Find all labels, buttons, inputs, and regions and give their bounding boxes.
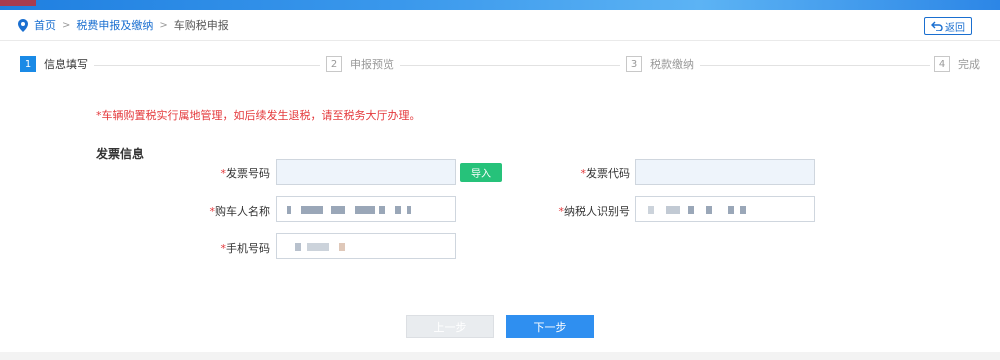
breadcrumb-separator-icon: >	[159, 19, 168, 31]
step-connector	[94, 65, 320, 66]
step-4: 4 完成	[930, 56, 980, 72]
breadcrumb: 首页 > 税费申报及缴纳 > 车购税申报	[18, 16, 229, 34]
footer-bar	[0, 352, 1000, 360]
step-number: 4	[934, 56, 950, 72]
redacted-text	[740, 206, 746, 214]
header-divider	[0, 40, 1000, 41]
taxpayer-id-label: *纳税人识别号	[550, 203, 631, 219]
redacted-text	[295, 243, 301, 251]
notice-text: *车辆购置税实行属地管理，如后续发生退税，请至税务大厅办理。	[96, 109, 421, 122]
label-text: 购车人名称	[215, 205, 270, 218]
invoice-code-label: *发票代码	[550, 165, 631, 181]
back-button-label: 返回	[945, 22, 965, 34]
breadcrumb-home[interactable]: 首页	[34, 17, 56, 33]
redacted-text	[728, 206, 734, 214]
taxpayer-id-input[interactable]	[635, 196, 815, 222]
redacted-text	[307, 243, 329, 251]
step-1: 1 信息填写	[20, 56, 94, 72]
invoice-code-input[interactable]	[635, 159, 815, 185]
redacted-text	[287, 206, 291, 214]
redacted-text	[395, 206, 401, 214]
step-label: 申报预览	[350, 58, 394, 71]
location-pin-icon	[18, 18, 28, 32]
breadcrumb-separator-icon: >	[62, 19, 71, 31]
label-text: 发票号码	[226, 167, 270, 180]
step-label: 完成	[958, 58, 980, 71]
step-number: 1	[20, 56, 36, 72]
redacted-text	[301, 206, 323, 214]
phone-input[interactable]	[276, 233, 456, 259]
breadcrumb-current: 车购税申报	[173, 19, 229, 32]
next-step-button[interactable]: 下一步	[506, 315, 594, 338]
invoice-number-input[interactable]	[276, 159, 456, 185]
banner-logo	[0, 0, 36, 6]
buyer-name-label: *购车人名称	[190, 203, 271, 219]
redacted-text	[666, 206, 680, 214]
step-label: 税款缴纳	[650, 58, 694, 71]
phone-label: *手机号码	[190, 240, 271, 256]
redacted-text	[407, 206, 411, 214]
label-text: 手机号码	[226, 242, 270, 255]
progress-steps: 1 信息填写 2 申报预览 3 税款缴纳 4 完成	[20, 56, 980, 74]
label-text: 纳税人识别号	[564, 205, 630, 218]
return-icon	[931, 21, 943, 31]
redacted-text	[706, 206, 712, 214]
step-2: 2 申报预览	[322, 56, 400, 72]
invoice-number-label: *发票号码	[190, 165, 271, 181]
redacted-text	[648, 206, 654, 214]
redacted-text	[331, 206, 345, 214]
step-label: 信息填写	[44, 58, 88, 71]
step-number: 3	[626, 56, 642, 72]
top-banner	[0, 0, 1000, 10]
back-button[interactable]: 返回	[924, 17, 972, 35]
breadcrumb-section[interactable]: 税费申报及缴纳	[76, 17, 153, 33]
redacted-text	[688, 206, 694, 214]
step-connector	[388, 65, 620, 66]
label-text: 发票代码	[586, 167, 630, 180]
step-connector	[688, 65, 930, 66]
redacted-text	[355, 206, 375, 214]
step-3: 3 税款缴纳	[622, 56, 700, 72]
section-title: 发票信息	[96, 147, 145, 161]
import-button[interactable]: 导入	[460, 163, 502, 182]
buyer-name-input[interactable]	[276, 196, 456, 222]
redacted-text	[339, 243, 345, 251]
redacted-text	[379, 206, 385, 214]
step-number: 2	[326, 56, 342, 72]
prev-step-button[interactable]: 上一步	[406, 315, 494, 338]
